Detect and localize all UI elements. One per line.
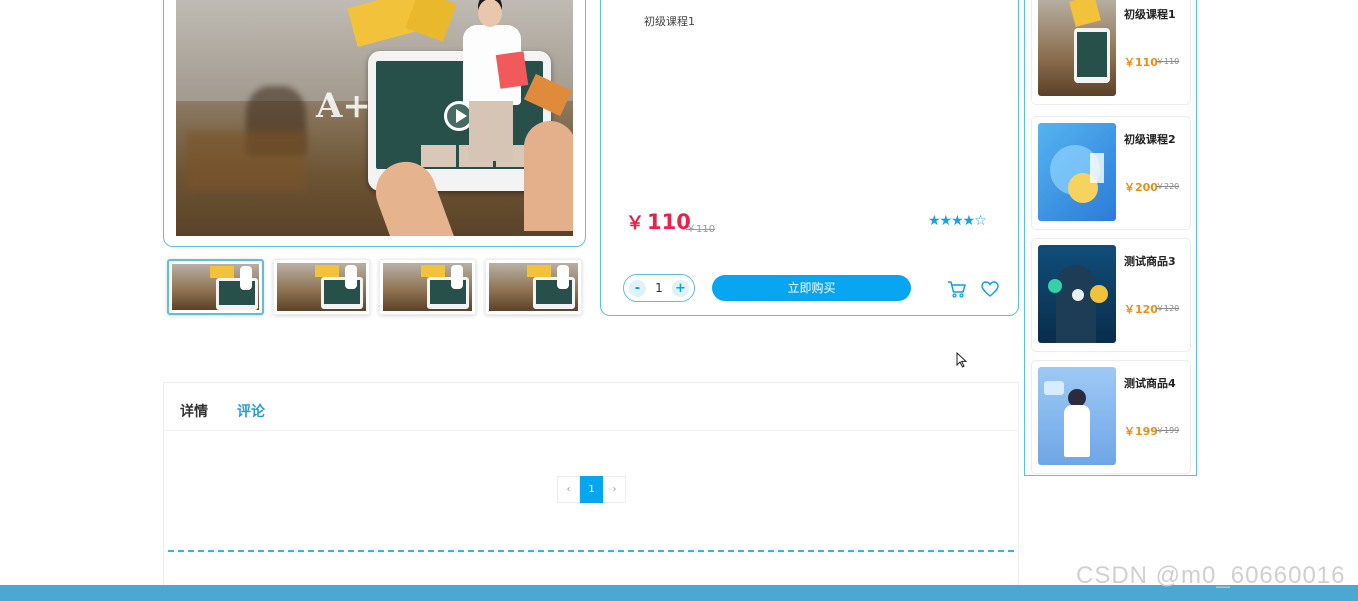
decrement-button[interactable]: - <box>629 279 646 297</box>
next-page-button[interactable]: › <box>603 476 626 503</box>
course-name: 初级课程1 <box>644 15 695 28</box>
cart-icon[interactable] <box>947 279 967 299</box>
quantity-stepper: - 1 + <box>623 274 695 302</box>
tab-details[interactable]: 详情 <box>180 401 208 421</box>
recommend-title: 测试商品3 <box>1124 255 1176 268</box>
dashed-divider <box>168 550 1014 552</box>
watermark: CSDN @m0_60660016 <box>1076 562 1346 589</box>
page-1-button[interactable]: 1 <box>580 476 603 503</box>
thumbnail-3[interactable] <box>379 259 476 315</box>
recommendation-sidebar: 初级课程1 ￥110 ￥110 初级课程2 ￥200 ￥220 测试商品3 ￥1… <box>1024 0 1197 476</box>
original-price: ￥110 <box>686 224 716 235</box>
recommend-price: ￥200 <box>1124 181 1158 194</box>
recommend-image <box>1038 245 1116 343</box>
recommend-title: 初级课程1 <box>1124 8 1176 21</box>
product-info-card: 初级课程1 ￥ 110 ￥110 ★★★★☆ - 1 + 立即购买 <box>600 0 1019 316</box>
current-price: ￥ 110 <box>626 210 691 234</box>
recommend-image <box>1038 0 1116 96</box>
tab-comments[interactable]: 评论 <box>237 401 265 421</box>
thumbnail-2[interactable] <box>273 259 370 315</box>
thumbnail-1[interactable] <box>167 259 264 315</box>
recommend-old-price: ￥120 <box>1156 304 1180 313</box>
recommend-item[interactable]: 初级课程2 ￥200 ￥220 <box>1031 116 1191 230</box>
buy-now-button[interactable]: 立即购买 <box>712 275 911 301</box>
tab-divider <box>164 430 1018 431</box>
pagination: ‹ 1 › <box>557 476 626 503</box>
main-image-card: A+ <box>163 0 586 247</box>
recommend-title: 测试商品4 <box>1124 377 1176 390</box>
recommend-price: ￥110 <box>1124 56 1158 69</box>
recommend-old-price: ￥220 <box>1156 182 1180 191</box>
favorite-heart-icon[interactable] <box>981 281 999 297</box>
thumbnail-4[interactable] <box>485 259 582 315</box>
recommend-title: 初级课程2 <box>1124 133 1176 146</box>
product-detail-page: A+ 初级课程1 ￥ 110 ￥110 ★★★★☆ - 1 + 立即购买 初级课… <box>0 0 1358 601</box>
recommend-price: ￥120 <box>1124 303 1158 316</box>
quantity-value[interactable]: 1 <box>655 281 663 295</box>
course-cover-image: A+ <box>176 0 573 236</box>
recommend-item[interactable]: 测试商品4 ￥199 ￥199 <box>1031 360 1191 474</box>
increment-button[interactable]: + <box>671 279 689 297</box>
rating-stars: ★★★★☆ <box>928 213 987 229</box>
recommend-item[interactable]: 测试商品3 ￥120 ￥120 <box>1031 238 1191 352</box>
recommend-image <box>1038 367 1116 465</box>
recommend-price: ￥199 <box>1124 425 1158 438</box>
recommend-image <box>1038 123 1116 221</box>
prev-page-button[interactable]: ‹ <box>557 476 580 503</box>
mouse-cursor-icon <box>956 352 968 368</box>
thumbnail-strip <box>167 259 582 315</box>
recommend-item[interactable]: 初级课程1 ￥110 ￥110 <box>1031 0 1191 105</box>
detail-tabs-panel: 详情 评论 ‹ 1 › <box>163 382 1019 601</box>
recommend-old-price: ￥199 <box>1156 426 1180 435</box>
recommend-old-price: ￥110 <box>1156 57 1180 66</box>
